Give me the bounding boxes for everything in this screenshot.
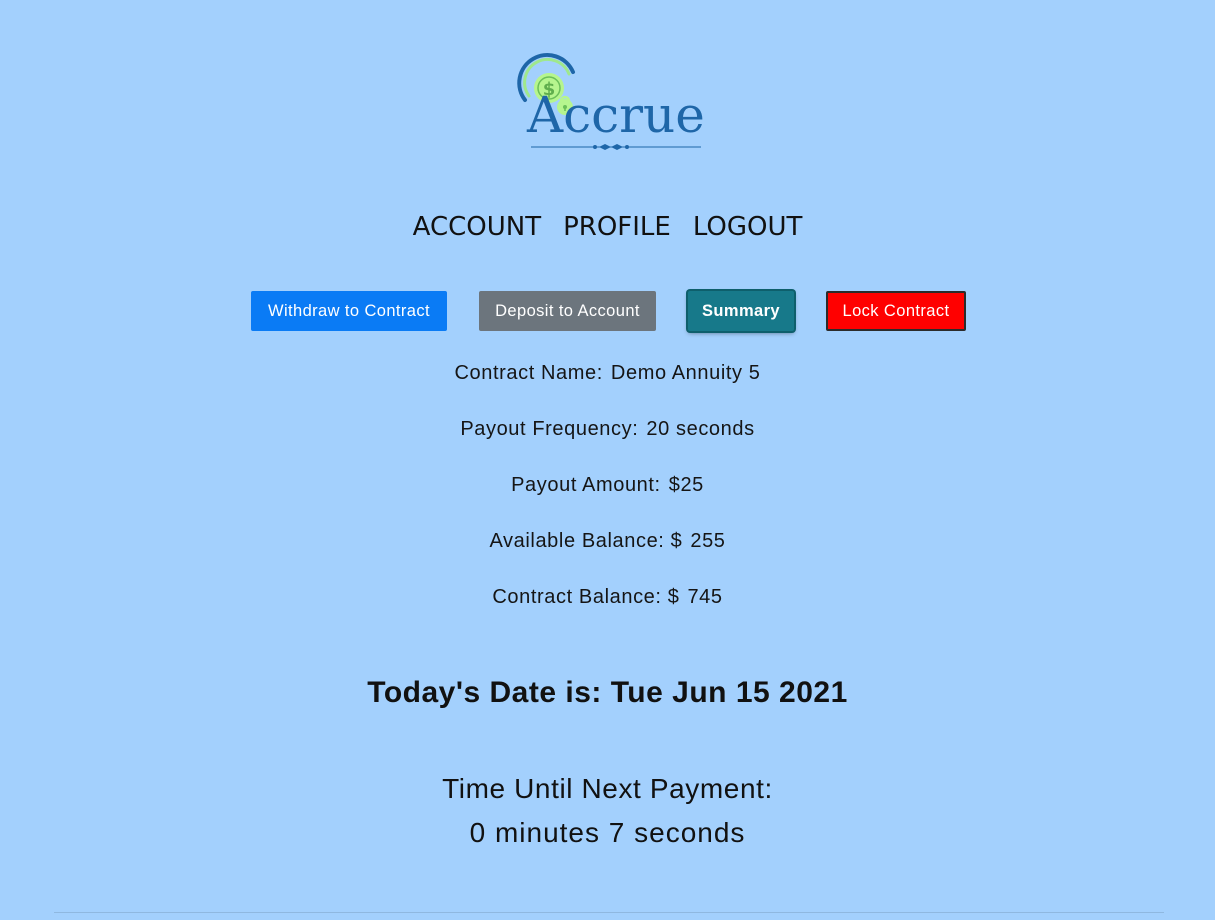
nav-logout[interactable]: LOGOUT <box>693 210 803 244</box>
deposit-to-account-button[interactable]: Deposit to Account <box>479 291 656 331</box>
contract-balance-value: 745 <box>687 586 723 608</box>
accrue-logo[interactable]: $ Accrue <box>515 52 705 156</box>
footer-divider <box>54 912 1164 913</box>
lock-contract-button[interactable]: Lock Contract <box>826 291 966 331</box>
next-payment-countdown: 0 minutes 7 seconds <box>469 817 746 848</box>
next-payment-label: Time Until Next Payment: <box>442 773 773 804</box>
contract-name-label: Contract Name: <box>454 362 603 384</box>
page: $ Accrue ACCOUNT PROFILE LOGOUT Withdraw… <box>0 0 1215 920</box>
todays-date-heading: Today's Date is: Tue Jun 15 2021 <box>367 676 848 709</box>
payout-amount-label: Payout Amount: <box>511 474 661 496</box>
nav-account[interactable]: ACCOUNT <box>413 210 541 244</box>
available-balance-row: Available Balance: $ 255 <box>0 529 1215 553</box>
payout-frequency-row: Payout Frequency: 20 seconds <box>0 417 1215 441</box>
available-balance-label: Available Balance: $ <box>489 530 683 552</box>
logo-wordmark: Accrue <box>527 86 705 144</box>
payout-frequency-value: 20 seconds <box>646 418 755 440</box>
contract-balance-label: Contract Balance: $ <box>492 586 680 608</box>
payout-amount-value: $25 <box>668 474 704 496</box>
summary-button[interactable]: Summary <box>688 291 794 331</box>
main-nav: ACCOUNT PROFILE LOGOUT <box>0 210 1215 244</box>
contract-balance-row: Contract Balance: $ 745 <box>0 585 1215 609</box>
available-balance-value: 255 <box>690 530 726 552</box>
logo-underline-ornament <box>531 144 701 150</box>
contract-name-row: Contract Name: Demo Annuity 5 <box>0 361 1215 385</box>
payout-frequency-label: Payout Frequency: <box>460 418 639 440</box>
nav-profile[interactable]: PROFILE <box>563 210 671 244</box>
withdraw-to-contract-button[interactable]: Withdraw to Contract <box>251 291 447 331</box>
contract-name-value: Demo Annuity 5 <box>610 362 761 384</box>
payout-amount-row: Payout Amount: $25 <box>0 473 1215 497</box>
